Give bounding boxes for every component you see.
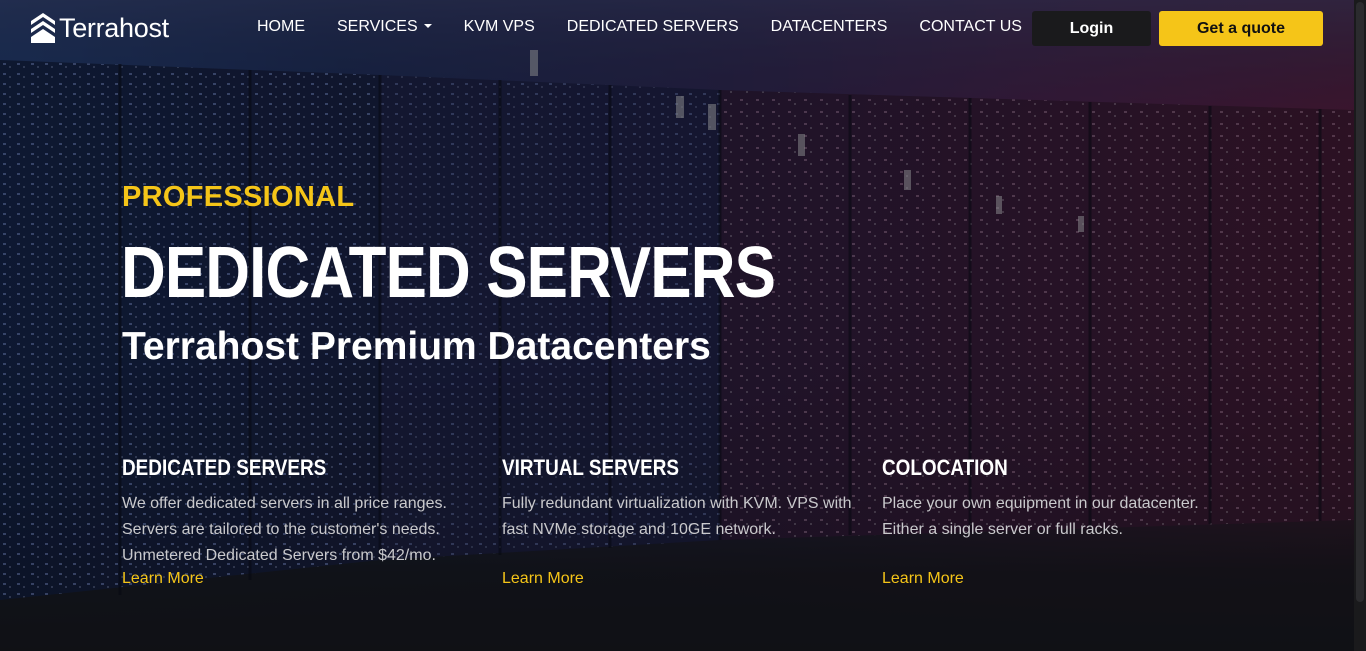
feature-title: COLOCATION <box>882 455 1008 480</box>
feature-title: VIRTUAL SERVERS <box>502 455 679 480</box>
brand-logo[interactable]: Terrahost <box>31 12 169 44</box>
feature-colocation: COLOCATION Place your own equipment in o… <box>882 455 1242 588</box>
top-navigation: Terrahost HOME SERVICES KVM VPS DEDICATE… <box>0 0 1354 56</box>
nav-contact-us-label: CONTACT US <box>919 18 1022 35</box>
nav-dedicated-servers[interactable]: DEDICATED SERVERS <box>567 18 739 36</box>
feature-dedicated-servers: DEDICATED SERVERS We offer dedicated ser… <box>122 455 482 588</box>
page-scrollbar[interactable] <box>1354 0 1366 651</box>
nav-kvm-vps-label: KVM VPS <box>463 18 535 35</box>
brand-name: Terrahost <box>59 12 169 43</box>
main-menu: HOME SERVICES KVM VPS DEDICATED SERVERS … <box>257 18 1022 36</box>
feature-description: Fully redundant virtualization with KVM.… <box>502 495 852 538</box>
hero-eyebrow: PROFESSIONAL <box>122 181 355 213</box>
feature-description: Place your own equipment in our datacent… <box>882 495 1199 538</box>
hero-subheading: Terrahost Premium Datacenters <box>122 325 711 368</box>
get-a-quote-button[interactable]: Get a quote <box>1159 11 1323 46</box>
feature-title: DEDICATED SERVERS <box>122 455 327 480</box>
nav-services-label: SERVICES <box>337 18 418 35</box>
terrahost-logo-icon <box>31 13 55 43</box>
chevron-down-icon <box>423 24 432 28</box>
login-button[interactable]: Login <box>1032 11 1151 46</box>
learn-more-colocation-link[interactable]: Learn More <box>882 570 964 588</box>
nav-kvm-vps[interactable]: KVM VPS <box>464 18 535 36</box>
learn-more-virtual-link[interactable]: Learn More <box>502 570 584 588</box>
feature-description: We offer dedicated servers in all price … <box>122 495 447 564</box>
learn-more-dedicated-link[interactable]: Learn More <box>122 570 204 588</box>
scrollbar-thumb[interactable] <box>1356 2 1364 602</box>
nav-home[interactable]: HOME <box>257 18 305 36</box>
feature-virtual-servers: VIRTUAL SERVERS Fully redundant virtuali… <box>502 455 862 588</box>
nav-services[interactable]: SERVICES <box>337 18 432 36</box>
nav-contact-us[interactable]: CONTACT US <box>919 18 1022 36</box>
nav-dedicated-servers-label: DEDICATED SERVERS <box>566 18 739 35</box>
nav-datacenters-label: DATACENTERS <box>770 18 888 35</box>
nav-datacenters[interactable]: DATACENTERS <box>771 18 888 36</box>
nav-home-label: HOME <box>257 18 305 35</box>
hero-headline: DEDICATED SERVERS <box>121 233 776 313</box>
